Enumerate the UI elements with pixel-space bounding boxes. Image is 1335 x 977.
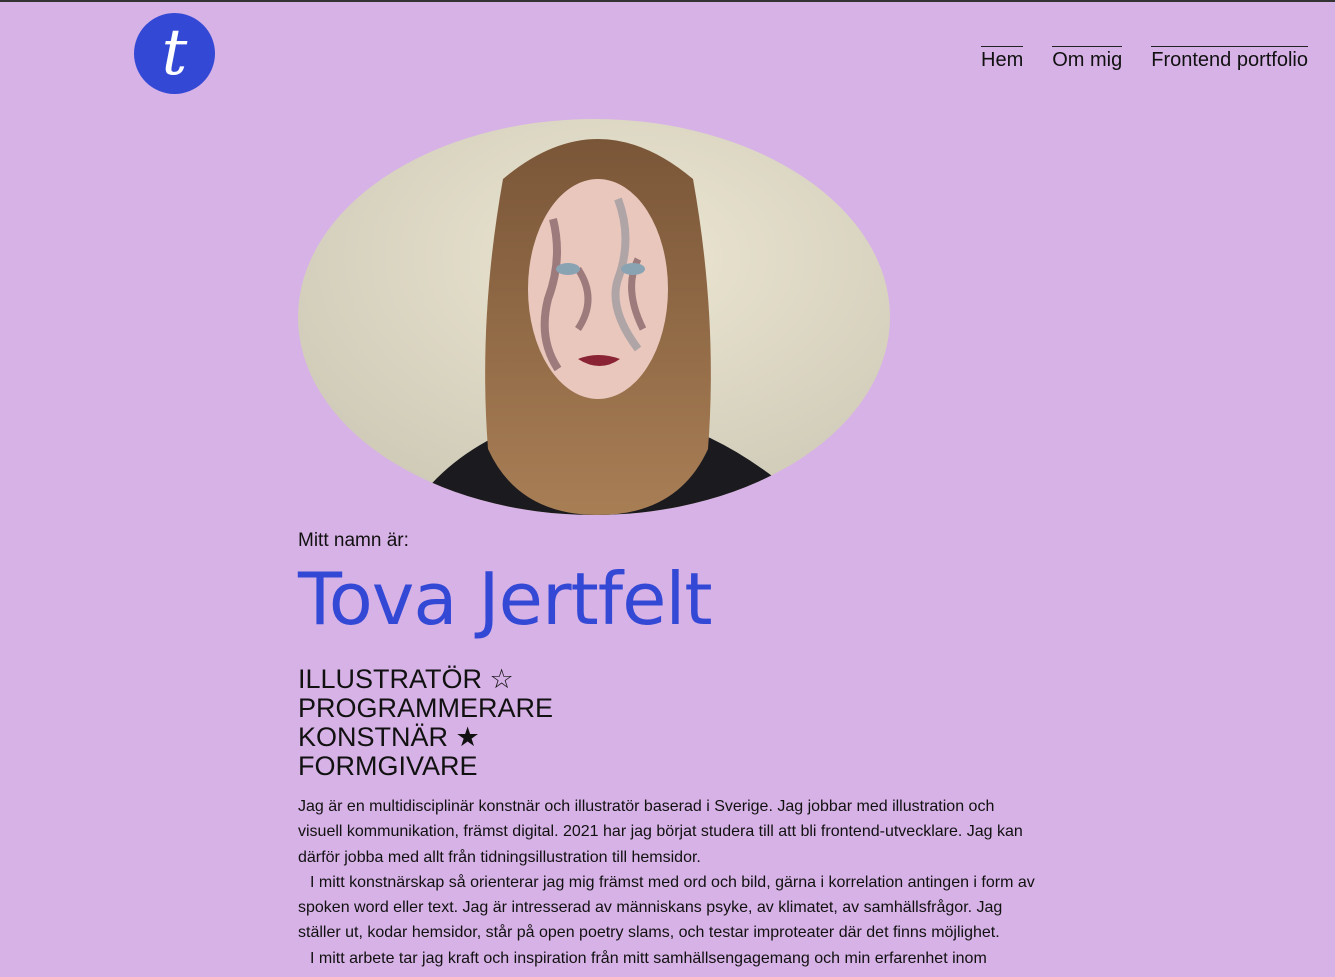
portrait-photo — [298, 119, 890, 515]
bio-paragraph: I mitt arbete tar jag kraft och inspirat… — [310, 949, 987, 967]
nav-link-frontend-portfolio[interactable]: Frontend portfolio — [1151, 46, 1308, 73]
bio-paragraph: Jag är en multidisciplinär konstnär och … — [298, 798, 1023, 866]
nav-link-om-mig[interactable]: Om mig — [1052, 46, 1123, 73]
about-section: Mitt namn är: Tova Jertfelt ILLUSTRATÖR … — [298, 529, 1043, 971]
bio-paragraph: I mitt konstnärskap så orienterar jag mi… — [298, 873, 1035, 942]
logo-home-link[interactable]: t — [134, 13, 215, 94]
main-nav: Hem Om mig Frontend portfolio — [981, 46, 1308, 73]
role-programmer: PROGRAMMERARE — [298, 693, 554, 723]
role-artist: KONSTNÄR ★ — [298, 722, 480, 752]
roles-list: ILLUSTRATÖR ☆ PROGRAMMERARE KONSTNÄR ★ F… — [298, 665, 1043, 781]
role-designer: FORMGIVARE — [298, 751, 478, 781]
bio-text: Jag är en multidisciplinär konstnär och … — [298, 794, 1043, 971]
nav-link-hem[interactable]: Hem — [981, 46, 1024, 73]
intro-text: Mitt namn är: — [298, 530, 409, 551]
logo-letter: t — [161, 15, 188, 90]
role-illustrator: ILLUSTRATÖR ☆ — [298, 664, 514, 694]
portrait-illustration — [298, 119, 890, 515]
page-title: Tova Jertfelt — [298, 557, 713, 641]
